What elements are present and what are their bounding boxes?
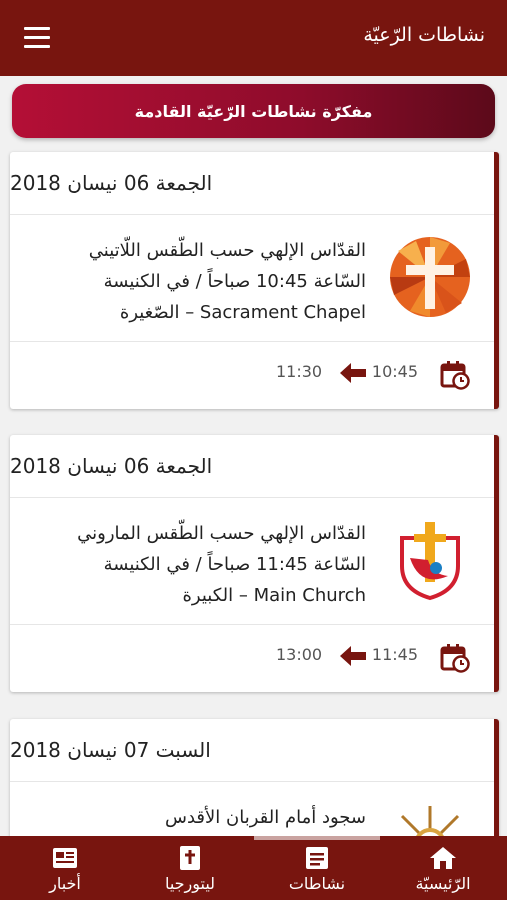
cross-sunburst-logo [390, 237, 470, 317]
nav-home[interactable]: الرّئيسيّة [393, 844, 493, 893]
upcoming-activities-banner[interactable]: مفكرّة نشاطات الرّعيّة القادمة [12, 84, 495, 138]
event-date: السبت 07 نيسان 2018 [10, 719, 494, 782]
calendar-clock-icon[interactable] [440, 643, 470, 673]
event-desc-line: القدّاس الإلهي حسب الطّقس الماروني [77, 523, 366, 544]
nav-home-label: الرّئيسيّة [415, 874, 471, 893]
page-title: نشاطات الرّعيّة [363, 24, 485, 46]
event-date: الجمعة 06 نيسان 2018 [10, 152, 494, 215]
hamburger-menu-icon[interactable] [24, 27, 50, 49]
app-header: نشاطات الرّعيّة [0, 0, 507, 76]
event-desc-line: الصّغيرة – Sacrament Chapel [119, 302, 366, 323]
event-card[interactable]: الجمعة 06 نيسان 2018 القدّاس الإلهي حسب … [10, 435, 499, 692]
event-time-row: 11:45 13:00 [10, 625, 494, 689]
event-desc-line: القدّاس الإلهي حسب الطّقس اللّاتيني [88, 240, 366, 261]
nav-liturgy[interactable]: ليتورجيا [140, 844, 240, 893]
event-time-row: 10:45 11:30 [10, 342, 494, 406]
nav-news-label: أخبار [49, 874, 81, 893]
active-tab-indicator [254, 836, 380, 840]
bottom-navigation: الرّئيسيّة نشاطات ليتورجيا أخبار [0, 836, 507, 900]
event-desc-line: الكبيرة – Main Church [182, 585, 367, 606]
event-end-time: 13:00 [276, 645, 323, 664]
nav-news[interactable]: أخبار [15, 844, 115, 893]
event-body: القدّاس الإلهي حسب الطّقس الماروني السّا… [10, 498, 494, 625]
nav-liturgy-label: ليتورجيا [164, 874, 216, 893]
event-description: سجود أمام القربان الأقدس [36, 802, 366, 833]
event-start-time: 10:45 [371, 362, 418, 381]
event-date: الجمعة 06 نيسان 2018 [10, 435, 494, 498]
youth-day-cross-logo [400, 522, 460, 601]
event-body: القدّاس الإلهي حسب الطّقس اللّاتيني السّ… [10, 215, 494, 342]
nav-activities-label: نشاطات [288, 874, 346, 893]
nav-activities[interactable]: نشاطات [267, 844, 367, 893]
newspaper-icon [53, 848, 77, 868]
event-card[interactable]: الجمعة 06 نيسان 2018 القدّاس الإلهي حسب … [10, 152, 499, 409]
event-desc-line: سجود أمام القربان الأقدس [165, 807, 366, 828]
arrow-left-icon [340, 363, 366, 383]
arrow-left-icon [340, 646, 366, 666]
activities-list-icon [306, 847, 328, 869]
home-icon [430, 847, 456, 869]
event-description: القدّاس الإلهي حسب الطّقس اللّاتيني السّ… [36, 235, 366, 328]
event-desc-line: السّاعة 10:45 صباحاً / في الكنيسة [103, 271, 366, 292]
event-desc-line: السّاعة 11:45 صباحاً / في الكنيسة [103, 554, 366, 575]
bible-icon [180, 846, 200, 870]
calendar-clock-icon[interactable] [440, 360, 470, 390]
event-end-time: 11:30 [276, 362, 323, 381]
event-description: القدّاس الإلهي حسب الطّقس الماروني السّا… [36, 518, 366, 611]
event-start-time: 11:45 [371, 645, 418, 664]
